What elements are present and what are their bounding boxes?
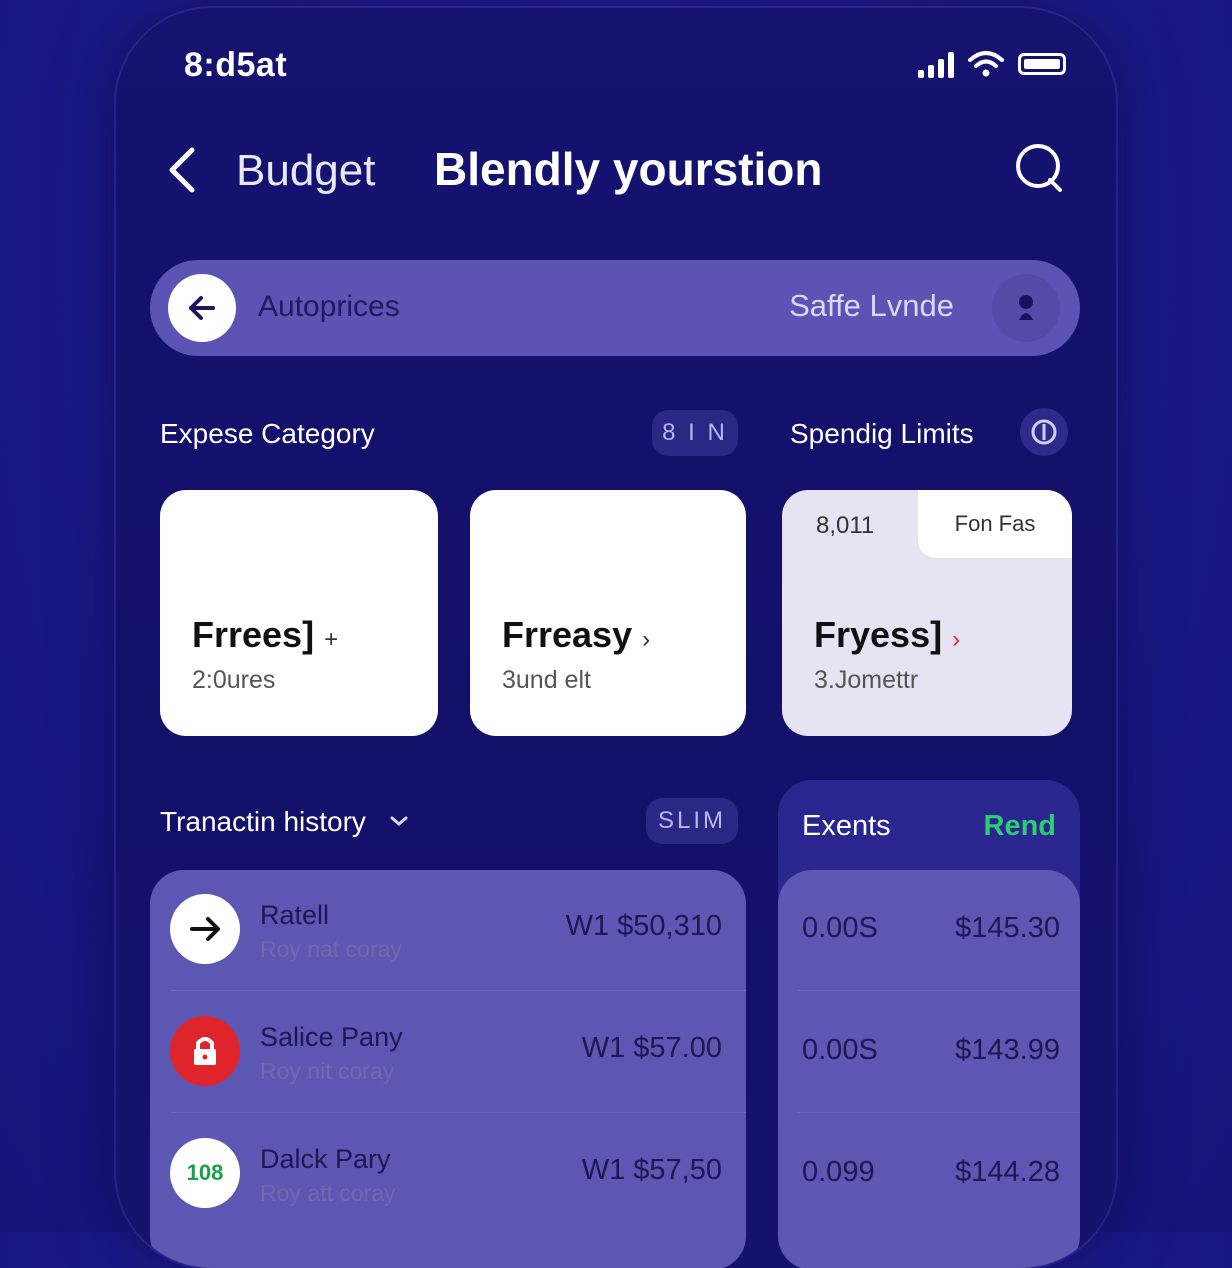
page-title: Blendly yourstion [434, 143, 823, 195]
chevron-right-icon: › [952, 626, 961, 653]
table-row[interactable]: Ratell Roy nat coray W1 $50,310 [150, 870, 746, 990]
battery-icon [1018, 53, 1066, 75]
card-subtitle: 2:0ures [192, 666, 276, 694]
transaction-subtitle: Roy nit coray [260, 1058, 395, 1084]
transaction-amount: W1 $57,50 [581, 1154, 722, 1186]
event-value: 0.00S [802, 1034, 878, 1066]
info-button[interactable] [1020, 408, 1068, 456]
table-row[interactable]: Salice Pany Roy nit coray W1 $57.00 [150, 992, 746, 1112]
transaction-amount: W1 $50,310 [565, 910, 722, 942]
avatar[interactable] [992, 274, 1060, 342]
phone-frame: 8:d5at Budget Blendly yourstion Autopric… [116, 8, 1116, 1268]
search-icon [1016, 144, 1062, 192]
expense-pill[interactable]: 8 I N [652, 410, 738, 456]
list-item[interactable]: 0.00S $145.30 [778, 870, 1080, 990]
transaction-history-title[interactable]: Tranactin history [160, 806, 412, 838]
spending-limits-title: Spendig Limits [790, 418, 974, 449]
transaction-amount: W1 $57.00 [581, 1032, 722, 1064]
events-list: 0.00S $145.30 0.00S $143.99 0.099 $144.2… [778, 870, 1080, 1268]
card-title: Frrees] + [192, 614, 339, 655]
transaction-list: Ratell Roy nat coray W1 $50,310 Salice P… [150, 870, 746, 1268]
back-button[interactable] [164, 144, 204, 204]
expense-category-title: Expese Category [160, 418, 375, 449]
transaction-name: Salice Pany [260, 1022, 403, 1052]
arrow-left-icon [189, 296, 215, 320]
limit-tag[interactable]: Fon Fas [918, 490, 1072, 558]
search-right-text: Saffe Lvnde [789, 288, 954, 323]
transaction-name: Dalck Pary [260, 1144, 391, 1174]
transaction-subtitle: Roy nat coray [260, 936, 402, 962]
transaction-subtitle: Roy att coray [260, 1180, 396, 1206]
list-item[interactable]: 0.099 $144.28 [778, 1114, 1080, 1234]
search-back-button[interactable] [168, 274, 236, 342]
plus-icon: + [324, 626, 339, 653]
nav-section-label[interactable]: Budget [236, 146, 375, 196]
event-amount: $144.28 [955, 1156, 1060, 1188]
history-pill[interactable]: SLIM [646, 798, 738, 844]
divider [170, 990, 746, 991]
status-time: 8:d5at [184, 46, 288, 84]
status-icons [918, 50, 1066, 78]
event-amount: $145.30 [955, 912, 1060, 944]
card-title: Fryess] › [814, 614, 961, 655]
event-amount: $143.99 [955, 1034, 1060, 1066]
event-value: 0.099 [802, 1156, 875, 1188]
limit-number: 8,011 [816, 512, 875, 539]
divider [798, 1112, 1080, 1113]
chevron-down-icon [390, 816, 408, 826]
wifi-icon [968, 51, 1004, 77]
list-item[interactable]: 0.00S $143.99 [778, 992, 1080, 1112]
search-bar[interactable]: Autoprices Saffe Lvnde [150, 260, 1080, 356]
events-title: Exents [802, 810, 891, 842]
arrow-right-icon [170, 894, 240, 964]
divider [798, 990, 1080, 991]
info-icon [1031, 419, 1057, 445]
signal-icon [918, 50, 954, 78]
card-subtitle: 3und elt [502, 666, 591, 694]
search-label: Autoprices [258, 290, 400, 323]
expense-card-1[interactable]: Frrees] + 2:0ures [160, 490, 438, 736]
expense-card-2[interactable]: Frreasy › 3und elt [470, 490, 746, 736]
card-subtitle: 3.Jomettr [814, 666, 919, 694]
card-title: Frreasy › [502, 614, 651, 655]
badge-icon: 108 [170, 1138, 240, 1208]
divider [170, 1112, 746, 1113]
chevron-left-icon [169, 147, 195, 193]
spending-limit-card[interactable]: 8,011 Fon Fas Fryess] › 3.Jomettr [782, 490, 1072, 736]
table-row[interactable]: 108 Dalck Pary Roy att coray W1 $57,50 [150, 1114, 746, 1234]
transaction-name: Ratell [260, 900, 330, 930]
lock-icon [170, 1016, 240, 1086]
event-value: 0.00S [802, 912, 878, 944]
search-button[interactable] [1014, 142, 1066, 194]
events-link[interactable]: Rend [984, 810, 1057, 843]
user-icon [1019, 295, 1033, 320]
chevron-right-icon: › [642, 626, 651, 653]
